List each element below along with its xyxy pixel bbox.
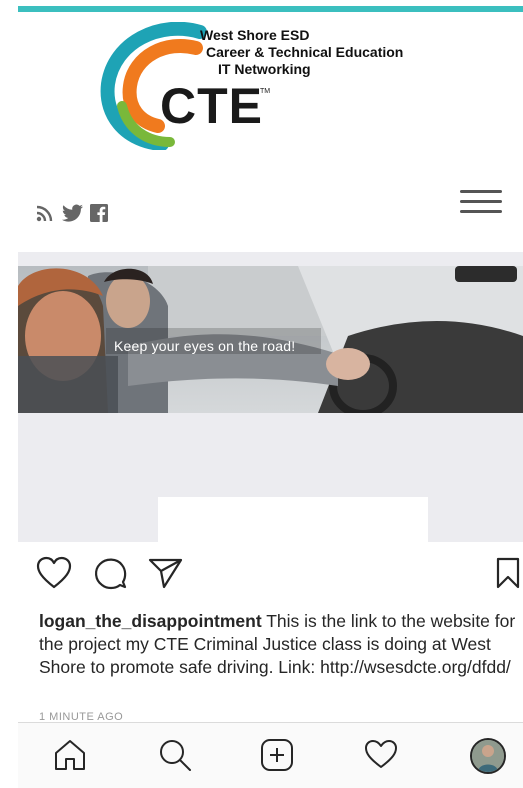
twitter-icon[interactable] bbox=[62, 204, 84, 222]
post-image-white-block bbox=[158, 497, 428, 542]
bottom-tab-bar bbox=[18, 722, 523, 788]
home-icon[interactable] bbox=[52, 737, 88, 773]
logo-text: West Shore ESD Career & Technical Educat… bbox=[200, 27, 403, 78]
social-links bbox=[36, 204, 108, 222]
share-icon[interactable] bbox=[148, 556, 184, 590]
new-post-icon[interactable] bbox=[259, 737, 295, 773]
post-image[interactable]: Keep your eyes on the road! bbox=[18, 266, 523, 413]
avatar-photo bbox=[472, 740, 504, 772]
hamburger-menu-icon[interactable] bbox=[460, 188, 502, 216]
logo-mark: CTE bbox=[160, 78, 263, 134]
logo-line-3: IT Networking bbox=[218, 61, 311, 77]
heart-icon[interactable] bbox=[36, 556, 72, 590]
comment-icon[interactable] bbox=[94, 556, 128, 590]
post-actions bbox=[36, 556, 523, 592]
post-timestamp: 1 MINUTE AGO bbox=[39, 711, 124, 721]
profile-avatar[interactable] bbox=[470, 738, 506, 774]
accent-bar bbox=[18, 6, 523, 12]
logo-line-2: Career & Technical Education bbox=[206, 44, 404, 60]
image-caption: Keep your eyes on the road! bbox=[114, 338, 296, 354]
logo-trademark: TM bbox=[260, 88, 271, 95]
post-username[interactable]: logan_the_disappointment bbox=[39, 611, 262, 631]
logo-line-1: West Shore ESD bbox=[200, 27, 310, 43]
cte-logo[interactable]: West Shore ESD Career & Technical Educat… bbox=[100, 22, 430, 150]
post-top-strip bbox=[18, 252, 523, 266]
activity-icon[interactable] bbox=[363, 737, 399, 773]
rss-icon[interactable] bbox=[36, 204, 56, 222]
facebook-icon[interactable] bbox=[90, 204, 108, 222]
post-caption: logan_the_disappointment This is the lin… bbox=[39, 610, 519, 679]
search-icon[interactable] bbox=[157, 737, 193, 773]
bookmark-icon[interactable] bbox=[495, 556, 521, 590]
